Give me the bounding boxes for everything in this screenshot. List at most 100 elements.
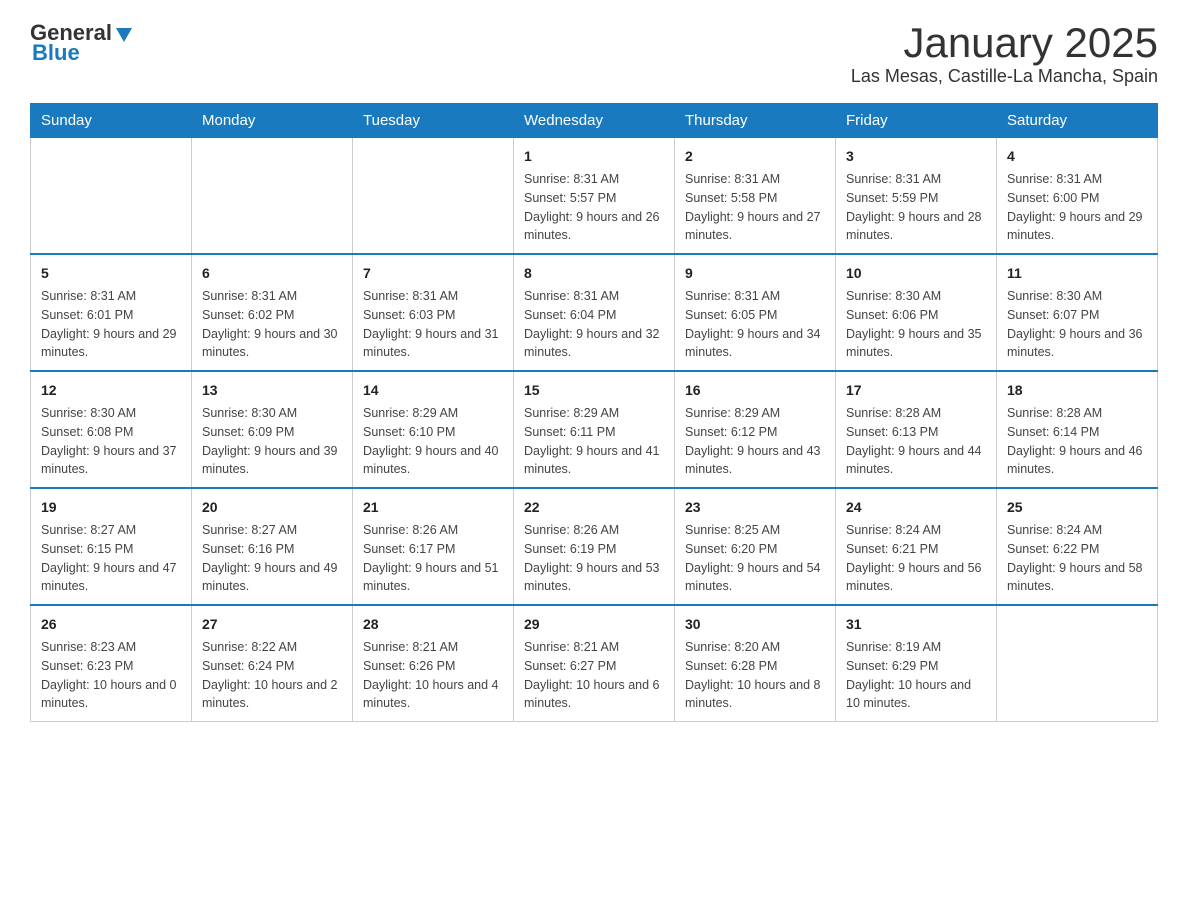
day-number: 23 [685, 497, 825, 518]
day-number: 8 [524, 263, 664, 284]
calendar-header: SundayMondayTuesdayWednesdayThursdayFrid… [31, 104, 1158, 138]
day-cell: 9 Sunrise: 8:31 AM Sunset: 6:05 PM Daylig… [675, 254, 836, 371]
day-info: Sunrise: 8:29 AM Sunset: 6:11 PM Dayligh… [524, 404, 664, 479]
day-info: Sunrise: 8:31 AM Sunset: 6:03 PM Dayligh… [363, 287, 503, 362]
day-info: Sunrise: 8:31 AM Sunset: 5:59 PM Dayligh… [846, 170, 986, 245]
day-info: Sunrise: 8:31 AM Sunset: 6:02 PM Dayligh… [202, 287, 342, 362]
day-info: Sunrise: 8:31 AM Sunset: 5:57 PM Dayligh… [524, 170, 664, 245]
day-cell: 4 Sunrise: 8:31 AM Sunset: 6:00 PM Daylig… [997, 138, 1158, 255]
day-info: Sunrise: 8:30 AM Sunset: 6:06 PM Dayligh… [846, 287, 986, 362]
day-info: Sunrise: 8:27 AM Sunset: 6:15 PM Dayligh… [41, 521, 181, 596]
days-of-week-row: SundayMondayTuesdayWednesdayThursdayFrid… [31, 104, 1158, 138]
day-number: 29 [524, 614, 664, 635]
day-header-friday: Friday [836, 104, 997, 138]
day-number: 13 [202, 380, 342, 401]
day-info: Sunrise: 8:21 AM Sunset: 6:26 PM Dayligh… [363, 638, 503, 713]
day-number: 11 [1007, 263, 1147, 284]
day-cell: 10 Sunrise: 8:30 AM Sunset: 6:06 PM Dayli… [836, 254, 997, 371]
day-info: Sunrise: 8:22 AM Sunset: 6:24 PM Dayligh… [202, 638, 342, 713]
day-cell: 12 Sunrise: 8:30 AM Sunset: 6:08 PM Dayli… [31, 371, 192, 488]
week-row-3: 12 Sunrise: 8:30 AM Sunset: 6:08 PM Dayli… [31, 371, 1158, 488]
day-header-sunday: Sunday [31, 104, 192, 138]
day-cell [31, 138, 192, 255]
day-number: 30 [685, 614, 825, 635]
day-info: Sunrise: 8:25 AM Sunset: 6:20 PM Dayligh… [685, 521, 825, 596]
day-cell: 31 Sunrise: 8:19 AM Sunset: 6:29 PM Dayli… [836, 605, 997, 722]
day-number: 21 [363, 497, 503, 518]
day-info: Sunrise: 8:30 AM Sunset: 6:08 PM Dayligh… [41, 404, 181, 479]
day-cell: 26Sunrise: 8:23 AM Sunset: 6:23 PM Dayli… [31, 605, 192, 722]
day-cell: 14Sunrise: 8:29 AM Sunset: 6:10 PM Dayli… [353, 371, 514, 488]
day-number: 12 [41, 380, 181, 401]
day-cell: 13 Sunrise: 8:30 AM Sunset: 6:09 PM Dayli… [192, 371, 353, 488]
day-cell [353, 138, 514, 255]
day-number: 9 [685, 263, 825, 284]
day-info: Sunrise: 8:20 AM Sunset: 6:28 PM Dayligh… [685, 638, 825, 713]
day-number: 5 [41, 263, 181, 284]
day-cell: 28 Sunrise: 8:21 AM Sunset: 6:26 PM Dayli… [353, 605, 514, 722]
day-header-monday: Monday [192, 104, 353, 138]
day-number: 22 [524, 497, 664, 518]
day-number: 20 [202, 497, 342, 518]
day-cell: 16Sunrise: 8:29 AM Sunset: 6:12 PM Dayli… [675, 371, 836, 488]
day-number: 19 [41, 497, 181, 518]
day-info: Sunrise: 8:31 AM Sunset: 6:05 PM Dayligh… [685, 287, 825, 362]
day-info: Sunrise: 8:26 AM Sunset: 6:19 PM Dayligh… [524, 521, 664, 596]
day-info: Sunrise: 8:28 AM Sunset: 6:14 PM Dayligh… [1007, 404, 1147, 479]
day-cell: 30 Sunrise: 8:20 AM Sunset: 6:28 PM Dayli… [675, 605, 836, 722]
day-number: 1 [524, 146, 664, 167]
day-number: 10 [846, 263, 986, 284]
day-info: Sunrise: 8:31 AM Sunset: 6:00 PM Dayligh… [1007, 170, 1147, 245]
day-header-thursday: Thursday [675, 104, 836, 138]
month-title: January 2025 [851, 20, 1158, 66]
day-number: 28 [363, 614, 503, 635]
day-cell: 3 Sunrise: 8:31 AM Sunset: 5:59 PM Daylig… [836, 138, 997, 255]
day-header-saturday: Saturday [997, 104, 1158, 138]
week-row-4: 19 Sunrise: 8:27 AM Sunset: 6:15 PM Dayli… [31, 488, 1158, 605]
logo-triangle-icon [114, 24, 134, 44]
title-area: January 2025 Las Mesas, Castille-La Manc… [851, 20, 1158, 87]
day-info: Sunrise: 8:30 AM Sunset: 6:09 PM Dayligh… [202, 404, 342, 479]
day-cell: 22 Sunrise: 8:26 AM Sunset: 6:19 PM Dayli… [514, 488, 675, 605]
day-number: 18 [1007, 380, 1147, 401]
day-info: Sunrise: 8:24 AM Sunset: 6:21 PM Dayligh… [846, 521, 986, 596]
day-number: 14 [363, 380, 503, 401]
day-info: Sunrise: 8:19 AM Sunset: 6:29 PM Dayligh… [846, 638, 986, 713]
day-number: 3 [846, 146, 986, 167]
day-cell: 25 Sunrise: 8:24 AM Sunset: 6:22 PM Dayli… [997, 488, 1158, 605]
day-number: 31 [846, 614, 986, 635]
day-info: Sunrise: 8:26 AM Sunset: 6:17 PM Dayligh… [363, 521, 503, 596]
day-cell: 11Sunrise: 8:30 AM Sunset: 6:07 PM Dayli… [997, 254, 1158, 371]
day-cell: 8 Sunrise: 8:31 AM Sunset: 6:04 PM Daylig… [514, 254, 675, 371]
day-header-wednesday: Wednesday [514, 104, 675, 138]
location-title: Las Mesas, Castille-La Mancha, Spain [851, 66, 1158, 87]
day-cell: 18 Sunrise: 8:28 AM Sunset: 6:14 PM Dayli… [997, 371, 1158, 488]
logo-text-blue: Blue [32, 40, 80, 66]
day-cell: 19 Sunrise: 8:27 AM Sunset: 6:15 PM Dayli… [31, 488, 192, 605]
day-number: 4 [1007, 146, 1147, 167]
day-number: 15 [524, 380, 664, 401]
day-cell: 17 Sunrise: 8:28 AM Sunset: 6:13 PM Dayli… [836, 371, 997, 488]
week-row-1: 1 Sunrise: 8:31 AM Sunset: 5:57 PM Daylig… [31, 138, 1158, 255]
day-info: Sunrise: 8:28 AM Sunset: 6:13 PM Dayligh… [846, 404, 986, 479]
day-number: 24 [846, 497, 986, 518]
day-cell: 21 Sunrise: 8:26 AM Sunset: 6:17 PM Dayli… [353, 488, 514, 605]
day-number: 25 [1007, 497, 1147, 518]
day-number: 2 [685, 146, 825, 167]
day-number: 16 [685, 380, 825, 401]
day-cell: 2 Sunrise: 8:31 AM Sunset: 5:58 PM Daylig… [675, 138, 836, 255]
day-cell: 5Sunrise: 8:31 AM Sunset: 6:01 PM Daylig… [31, 254, 192, 371]
day-number: 17 [846, 380, 986, 401]
day-cell: 15 Sunrise: 8:29 AM Sunset: 6:11 PM Dayli… [514, 371, 675, 488]
day-info: Sunrise: 8:24 AM Sunset: 6:22 PM Dayligh… [1007, 521, 1147, 596]
day-cell: 27Sunrise: 8:22 AM Sunset: 6:24 PM Dayli… [192, 605, 353, 722]
calendar-body: 1 Sunrise: 8:31 AM Sunset: 5:57 PM Daylig… [31, 138, 1158, 722]
day-info: Sunrise: 8:31 AM Sunset: 5:58 PM Dayligh… [685, 170, 825, 245]
day-cell [997, 605, 1158, 722]
week-row-2: 5Sunrise: 8:31 AM Sunset: 6:01 PM Daylig… [31, 254, 1158, 371]
day-info: Sunrise: 8:31 AM Sunset: 6:04 PM Dayligh… [524, 287, 664, 362]
day-number: 6 [202, 263, 342, 284]
day-cell: 23 Sunrise: 8:25 AM Sunset: 6:20 PM Dayli… [675, 488, 836, 605]
day-header-tuesday: Tuesday [353, 104, 514, 138]
day-info: Sunrise: 8:23 AM Sunset: 6:23 PM Dayligh… [41, 638, 181, 713]
